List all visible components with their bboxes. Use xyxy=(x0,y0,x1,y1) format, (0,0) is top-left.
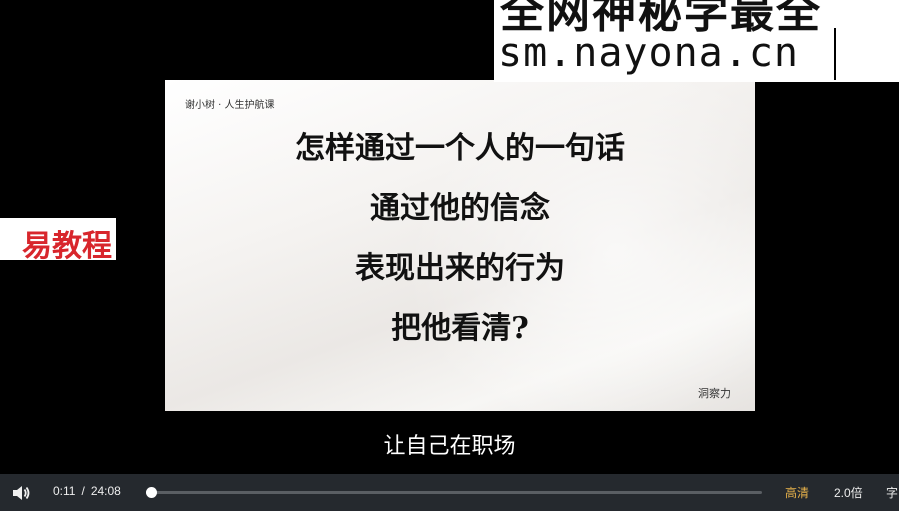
slide-text: 怎样通过一个人的一句话 通过他的信念 表现出来的行为 把他看清? xyxy=(165,126,755,366)
video-area[interactable]: 谢小树 · 人生护航课 怎样通过一个人的一句话 通过他的信念 表现出来的行为 把… xyxy=(0,0,899,474)
slide-tag: 谢小树 · 人生护航课 xyxy=(185,100,275,111)
current-time: 0:11 xyxy=(53,484,76,498)
watermark-line-2: sm.nayona.cn xyxy=(498,30,799,76)
slide-line-2: 通过他的信念 xyxy=(370,191,550,226)
video-slide: 谢小树 · 人生护航课 怎样通过一个人的一句话 通过他的信念 表现出来的行为 把… xyxy=(165,80,755,411)
slide-line-3: 表现出来的行为 xyxy=(355,251,565,286)
speed-button[interactable]: 2.0倍 xyxy=(834,484,863,501)
progress-bar[interactable] xyxy=(145,487,762,498)
video-subtitle: 让自己在职场 xyxy=(383,434,516,459)
slide-line-1: 怎样通过一个人的一句话 xyxy=(295,131,625,166)
side-banner: 易教程 xyxy=(0,218,116,260)
text-cursor xyxy=(834,28,836,80)
side-banner-text: 易教程 xyxy=(22,229,112,260)
quality-button[interactable]: 高清 xyxy=(785,484,809,501)
volume-icon[interactable] xyxy=(10,482,32,504)
time-separator: / xyxy=(81,484,85,498)
player-control-bar: 0:11 / 24:08 高清 2.0倍 字 xyxy=(0,474,899,511)
slide-corner-mark: 洞察力 xyxy=(698,387,731,400)
slide-line-4: 把他看清? xyxy=(391,311,529,346)
duration: 24:08 xyxy=(90,484,121,498)
time-display: 0:11 / 24:08 xyxy=(53,484,121,498)
watermark-overlay: 全网神秘学最全 sm.nayona.cn xyxy=(494,0,899,82)
progress-handle[interactable] xyxy=(145,487,157,498)
caption-button[interactable]: 字 xyxy=(886,484,898,501)
